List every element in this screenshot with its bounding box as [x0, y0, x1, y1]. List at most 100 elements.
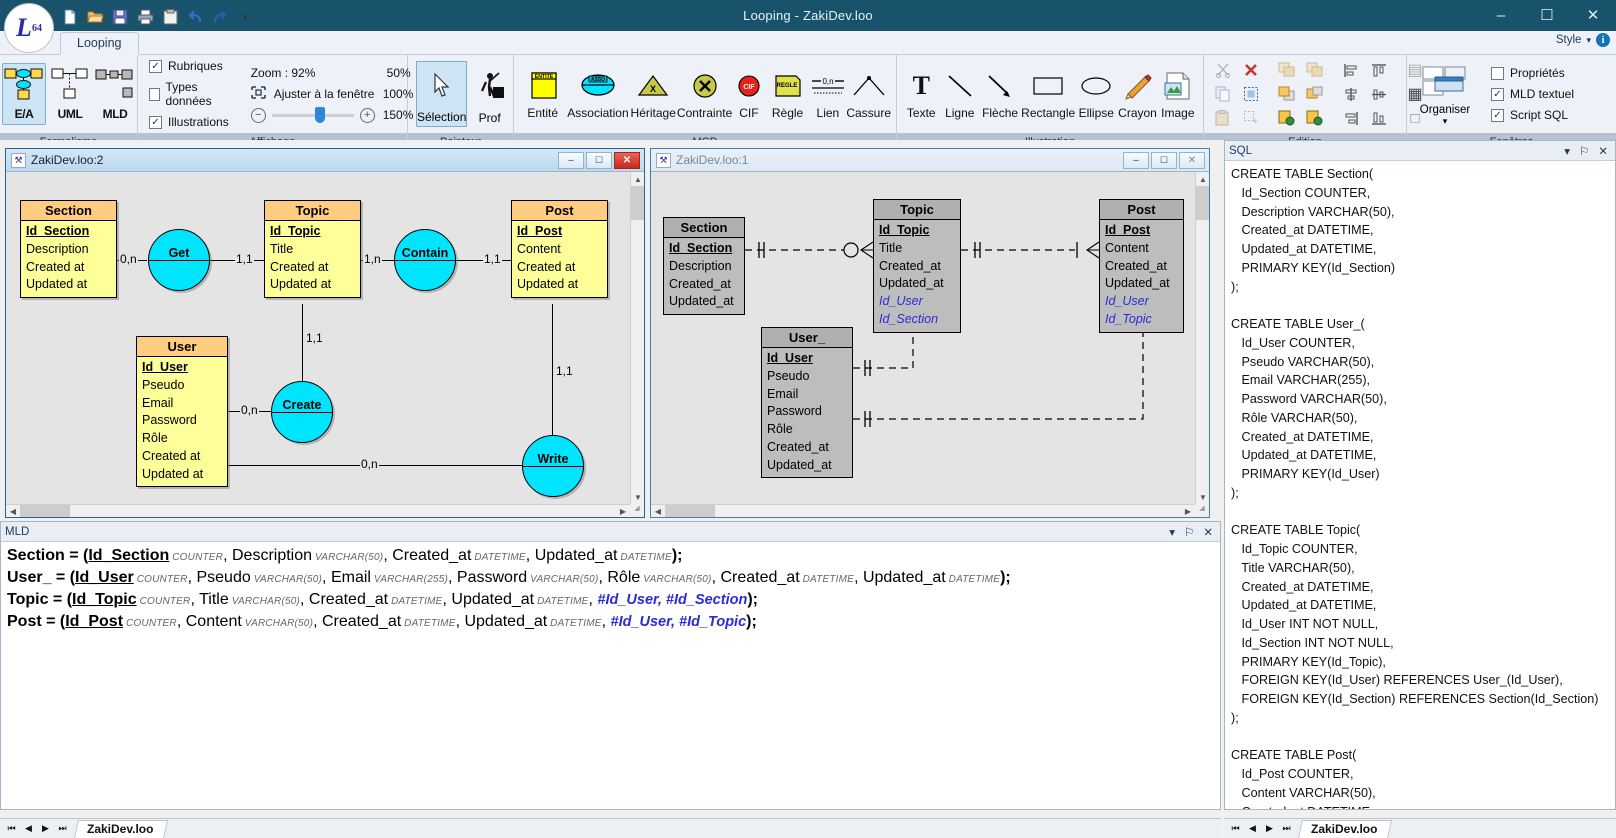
group-icon[interactable] — [1274, 107, 1300, 129]
zoom-preset-50[interactable]: 50% — [383, 66, 411, 80]
zoom-out-button[interactable]: − — [250, 107, 266, 123]
print-icon[interactable] — [135, 7, 155, 27]
association-contain[interactable]: Contain — [394, 229, 456, 291]
tool-selection-button[interactable]: Sélection — [416, 61, 468, 127]
save-icon[interactable] — [110, 7, 130, 27]
mld-vertical-scrollbar[interactable]: ▲ ▼ — [1195, 172, 1209, 504]
align-bottom-icon[interactable] — [1366, 107, 1392, 129]
mld-panel-pin-icon[interactable]: ⚐ — [1184, 525, 1194, 539]
mcd-hscroll-thumb[interactable] — [20, 505, 70, 517]
nav-last-button[interactable]: ⏭ — [55, 821, 70, 837]
checkbox-illustrations-box[interactable]: ✓ — [149, 115, 162, 129]
mld-horizontal-scrollbar[interactable]: ◀ ▶ — [651, 504, 1195, 517]
mcd-close-button[interactable]: ✕ — [614, 151, 640, 169]
checkbox-types-donnees[interactable]: Types données — [149, 80, 229, 108]
info-icon[interactable]: i — [1596, 33, 1610, 47]
copy-icon[interactable] — [1210, 83, 1236, 105]
undo-icon[interactable] — [185, 7, 205, 27]
lock-icon[interactable] — [1302, 107, 1328, 129]
tool-crayon-button[interactable]: Crayon — [1117, 67, 1157, 122]
paste-icon[interactable] — [1210, 107, 1236, 129]
align-group-icon[interactable] — [1302, 59, 1328, 81]
organise-button[interactable]: Organiser ▾ — [1413, 65, 1477, 125]
mld-panel-body[interactable]: Section = (Id_Section COUNTER, Descripti… — [1, 542, 1220, 809]
checkbox-script-sql[interactable]: ✓ Script SQL — [1491, 108, 1574, 122]
select-all-icon[interactable] — [1238, 83, 1264, 105]
association-write[interactable]: Write — [522, 435, 584, 497]
nav-next-button[interactable]: ▶ — [38, 821, 53, 837]
tool-texte-button[interactable]: T Texte — [902, 67, 941, 122]
zoom-slider-thumb[interactable] — [314, 106, 325, 123]
mcd-scroll-down-arrow[interactable]: ▼ — [631, 490, 644, 504]
mld-diagram-window[interactable]: ⚒ ZakiDev.loo:1 – ☐ ✕ Section Id_Section… — [650, 148, 1210, 518]
tool-cassure-button[interactable]: Cassure — [846, 67, 891, 122]
fit-window-row[interactable]: Ajuster à la fenêtre — [250, 85, 375, 102]
organise-caret-icon[interactable]: ▾ — [1443, 116, 1448, 125]
tool-ligne-button[interactable]: Ligne — [941, 67, 980, 122]
mld-resize-grip[interactable]: ◢ — [1195, 504, 1209, 517]
tool-fleche-button[interactable]: Flèche — [979, 67, 1021, 122]
mld-minimize-button[interactable]: – — [1123, 151, 1149, 169]
align-right-icon[interactable] — [1338, 107, 1364, 129]
clipboard-icon[interactable] — [160, 7, 180, 27]
align-top-icon[interactable] — [1366, 59, 1392, 81]
open-icon[interactable] — [85, 7, 105, 27]
table-topic[interactable]: Topic Id_Topic Title Created_at Updated_… — [873, 199, 961, 333]
align-left-icon[interactable] — [1338, 59, 1364, 81]
formalism-mld-button[interactable]: MLD — [94, 63, 136, 125]
mld-scroll-right-arrow[interactable]: ▶ — [1181, 505, 1195, 517]
duplicate-icon[interactable] — [1238, 107, 1264, 129]
mld-canvas[interactable]: Section Id_Section Description Created_a… — [651, 171, 1209, 517]
send-back-icon[interactable] — [1274, 83, 1300, 105]
mld-hscroll-thumb[interactable] — [665, 505, 715, 517]
nav-first-button[interactable]: ⏮ — [1228, 821, 1243, 837]
mld-scroll-down-arrow[interactable]: ▼ — [1196, 490, 1209, 504]
document-tab-left[interactable]: ZakiDev.loo — [74, 819, 169, 838]
new-icon[interactable] — [60, 7, 80, 27]
mld-restore-button[interactable]: ☐ — [1151, 151, 1177, 169]
mcd-horizontal-scrollbar[interactable]: ◀ ▶ — [6, 504, 630, 517]
tool-lien-button[interactable]: 0,n Lien — [809, 67, 846, 122]
checkbox-illustrations[interactable]: ✓ Illustrations — [149, 115, 229, 129]
tool-rectangle-button[interactable]: Rectangle — [1021, 67, 1075, 122]
nav-prev-button[interactable]: ◀ — [21, 821, 36, 837]
checkbox-script-sql-box[interactable]: ✓ — [1491, 108, 1504, 122]
mld-panel-close-icon[interactable]: ✕ — [1203, 525, 1213, 539]
checkbox-rubriques[interactable]: ✓ Rubriques — [149, 59, 229, 73]
association-create[interactable]: Create — [271, 381, 333, 443]
document-tab-right[interactable]: ZakiDev.loo — [1298, 819, 1393, 838]
association-get[interactable]: Get — [148, 229, 210, 291]
entity-topic[interactable]: Topic Id_Topic Title Created at Updated … — [264, 200, 361, 298]
nav-last-button[interactable]: ⏭ — [1279, 821, 1294, 837]
mcd-resize-grip[interactable]: ◢ — [630, 504, 644, 517]
mcd-vscroll-thumb[interactable] — [631, 186, 644, 220]
mcd-vertical-scrollbar[interactable]: ▲ ▼ — [630, 172, 644, 504]
tab-looping[interactable]: Looping — [60, 32, 139, 55]
nav-prev-button[interactable]: ◀ — [1245, 821, 1260, 837]
sql-panel-pin-icon[interactable]: ⚐ — [1579, 144, 1589, 158]
zoom-preset-100[interactable]: 100% — [383, 87, 414, 101]
mcd-canvas[interactable]: 0,n 1,1 1,n 1,1 1,1 0,n 1,1 0,n Section … — [6, 171, 644, 517]
tool-contrainte-button[interactable]: Contrainte — [677, 67, 732, 122]
bring-front-icon[interactable] — [1274, 59, 1300, 81]
checkbox-proprietes[interactable]: Propriétés — [1491, 66, 1574, 80]
zoom-preset-150[interactable]: 150% — [383, 108, 414, 122]
cut-icon[interactable] — [1210, 59, 1236, 81]
checkbox-mld-textuel[interactable]: ✓ MLD textuel — [1491, 87, 1574, 101]
chevron-down-icon[interactable]: ▾ — [1586, 35, 1591, 46]
delete-icon[interactable] — [1238, 59, 1264, 81]
sql-panel-body[interactable]: CREATE TABLE Section( Id_Section COUNTER… — [1225, 161, 1615, 809]
redo-icon[interactable] — [210, 7, 230, 27]
mcd-scroll-left-arrow[interactable]: ◀ — [6, 505, 20, 517]
tool-entite-button[interactable]: ENTITE Entité — [519, 67, 566, 122]
sql-panel-menu-icon[interactable]: ▾ — [1564, 144, 1570, 158]
zoom-slider-track[interactable] — [271, 106, 354, 123]
checkbox-rubriques-box[interactable]: ✓ — [149, 59, 162, 73]
tool-regle-button[interactable]: REGLE Règle — [766, 67, 810, 122]
align-center-h-icon[interactable] — [1338, 83, 1364, 105]
sql-panel-close-icon[interactable]: ✕ — [1598, 144, 1608, 158]
quick-access-more-icon[interactable]: ▾ — [235, 7, 255, 27]
checkbox-proprietes-box[interactable] — [1491, 66, 1504, 80]
mld-vscroll-thumb[interactable] — [1196, 186, 1209, 220]
app-logo-icon[interactable]: L 64 — [4, 3, 54, 53]
